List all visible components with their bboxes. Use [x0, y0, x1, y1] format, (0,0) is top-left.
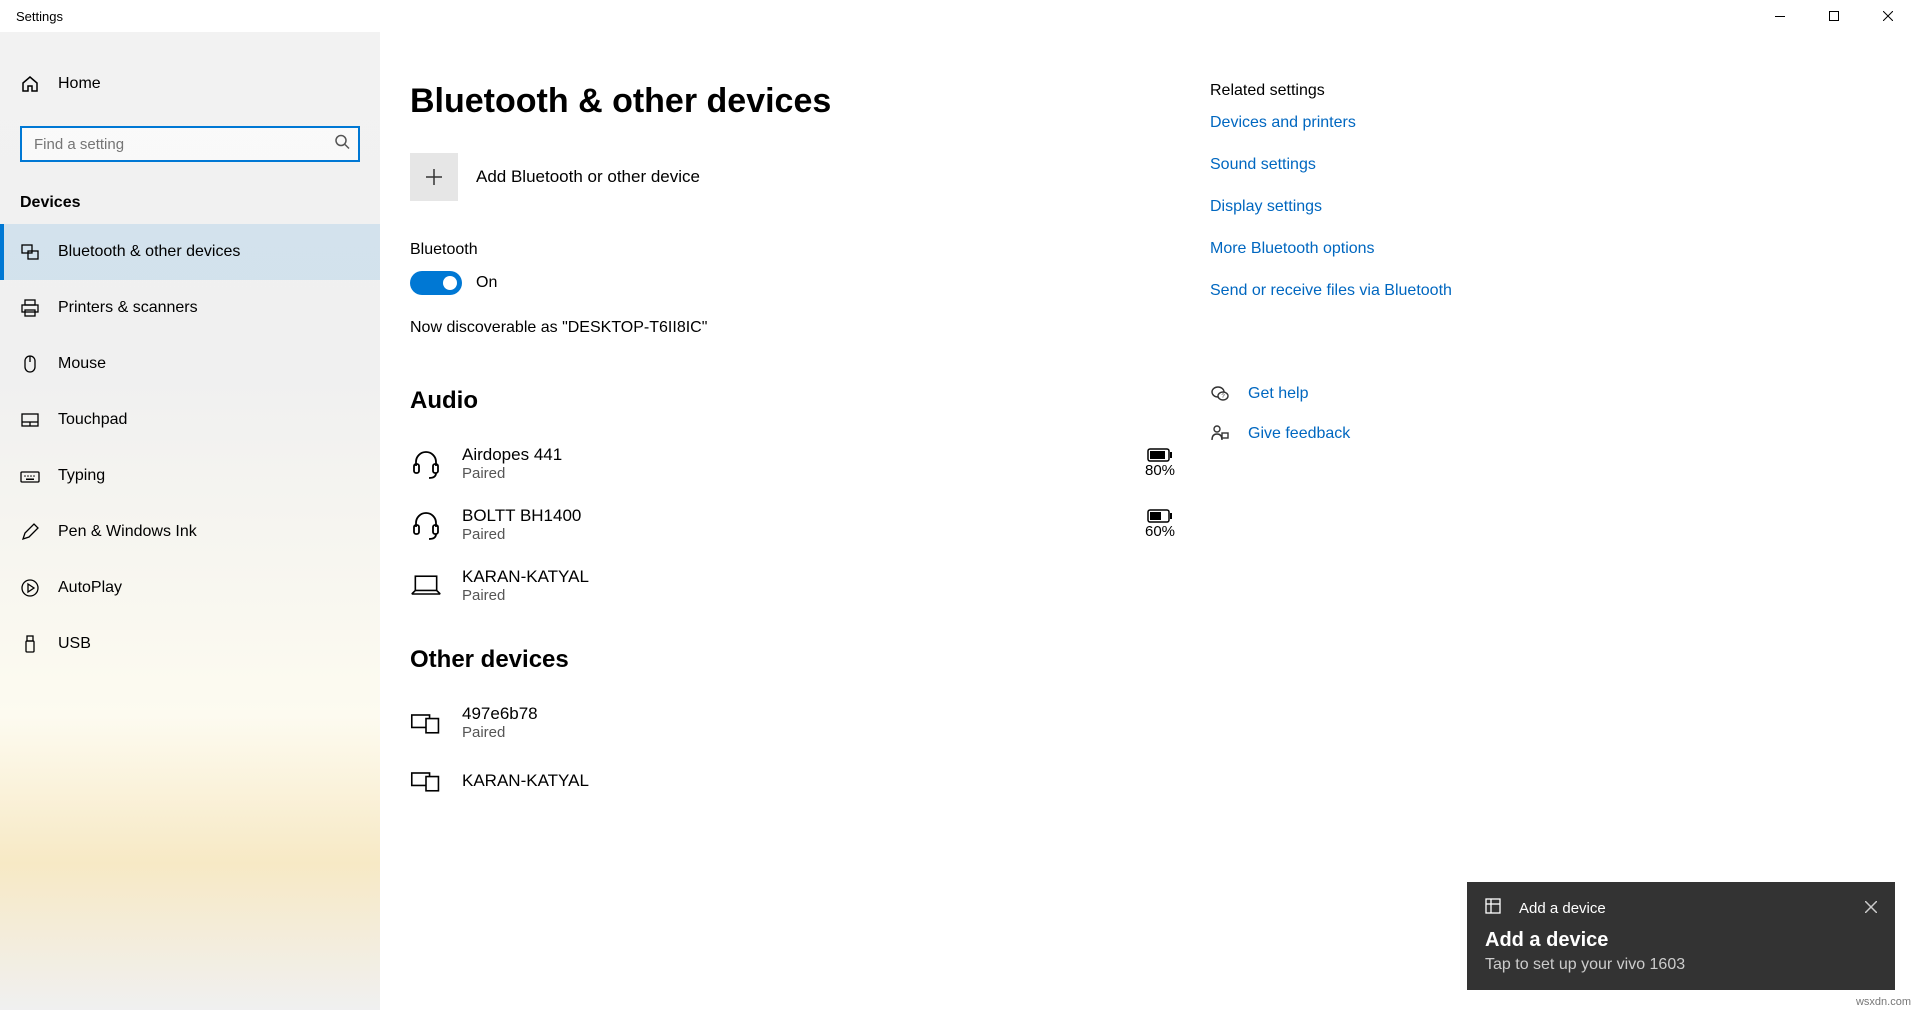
add-device-label: Add Bluetooth or other device — [476, 167, 700, 187]
touchpad-icon — [20, 410, 40, 430]
multidevice-icon — [410, 707, 442, 739]
close-button[interactable] — [1861, 0, 1915, 32]
device-name: BOLTT BH1400 — [462, 506, 1130, 526]
home-icon — [20, 74, 40, 94]
plus-box — [410, 153, 458, 201]
toggle-thumb — [443, 276, 457, 290]
device-status: Paired — [462, 587, 1190, 604]
headset-icon — [410, 509, 442, 541]
toast-label: Add a device — [1519, 900, 1606, 917]
toast-app-icon — [1485, 898, 1501, 919]
window-title: Settings — [16, 9, 63, 24]
bluetooth-toggle[interactable] — [410, 271, 462, 295]
device-name: 497e6b78 — [462, 704, 1190, 724]
minimize-button[interactable] — [1753, 0, 1807, 32]
device-row-boltt[interactable]: BOLTT BH1400 Paired 60% — [410, 494, 1190, 555]
headset-icon — [410, 448, 442, 480]
home-nav[interactable]: Home — [0, 60, 380, 108]
nav-touchpad[interactable]: Touchpad — [0, 392, 380, 448]
notification-toast[interactable]: Add a device Add a device Tap to set up … — [1467, 882, 1895, 990]
device-name: KARAN-KATYAL — [462, 771, 1190, 791]
link-sound-settings[interactable]: Sound settings — [1210, 156, 1885, 174]
nav-pen-ink[interactable]: Pen & Windows Ink — [0, 504, 380, 560]
maximize-icon — [1829, 11, 1839, 21]
battery-icon — [1147, 448, 1173, 462]
battery-percent: 80% — [1145, 462, 1175, 479]
watermark: wsxdn.com — [1856, 996, 1911, 1008]
usb-icon — [20, 634, 40, 654]
device-status: Paired — [462, 465, 1130, 482]
device-status: Paired — [462, 526, 1130, 543]
help-label: Get help — [1248, 385, 1308, 403]
nav-autoplay[interactable]: AutoPlay — [0, 560, 380, 616]
toggle-state-label: On — [476, 274, 497, 292]
devices-section-header: Devices — [0, 180, 380, 224]
give-feedback-link[interactable]: Give feedback — [1210, 424, 1885, 444]
nav-label: Pen & Windows Ink — [58, 523, 197, 541]
device-row-airdopes[interactable]: Airdopes 441 Paired 80% — [410, 433, 1190, 494]
home-label: Home — [58, 75, 101, 93]
pen-icon — [20, 522, 40, 542]
laptop-icon — [410, 570, 442, 602]
discoverable-text: Now discoverable as "DESKTOP-T6II8IC" — [410, 319, 1190, 337]
nav-typing[interactable]: Typing — [0, 448, 380, 504]
nav-label: Bluetooth & other devices — [58, 243, 240, 261]
mouse-icon — [20, 354, 40, 374]
nav-label: Typing — [58, 467, 105, 485]
sidebar: Home Devices Bluetooth & other devices — [0, 32, 380, 1010]
nav-usb[interactable]: USB — [0, 616, 380, 672]
device-row-karan-audio[interactable]: KARAN-KATYAL Paired — [410, 555, 1190, 616]
nav-label: Printers & scanners — [58, 299, 198, 317]
close-icon — [1865, 901, 1877, 913]
battery-percent: 60% — [1145, 523, 1175, 540]
toast-close-button[interactable] — [1865, 900, 1877, 918]
feedback-icon — [1210, 424, 1230, 444]
nav-label: Touchpad — [58, 411, 127, 429]
autoplay-icon — [20, 578, 40, 598]
nav-mouse[interactable]: Mouse — [0, 336, 380, 392]
feedback-label: Give feedback — [1248, 425, 1350, 443]
device-name: KARAN-KATYAL — [462, 567, 1190, 587]
get-help-link[interactable]: ? Get help — [1210, 384, 1885, 404]
nav-label: USB — [58, 635, 91, 653]
toast-subtext: Tap to set up your vivo 1603 — [1485, 956, 1877, 974]
link-send-receive-files[interactable]: Send or receive files via Bluetooth — [1210, 282, 1885, 300]
nav-label: AutoPlay — [58, 579, 122, 597]
device-row-karan-other[interactable]: KARAN-KATYAL — [410, 753, 1190, 809]
link-more-bluetooth[interactable]: More Bluetooth options — [1210, 240, 1885, 258]
bluetooth-label: Bluetooth — [410, 241, 1190, 259]
close-icon — [1883, 11, 1893, 21]
chat-help-icon: ? — [1210, 384, 1230, 404]
titlebar: Settings — [0, 0, 1915, 32]
search-input[interactable] — [20, 126, 360, 162]
toast-heading: Add a device — [1485, 929, 1877, 952]
page-title: Bluetooth & other devices — [410, 82, 1190, 121]
other-devices-group-header: Other devices — [410, 646, 1190, 674]
maximize-button[interactable] — [1807, 0, 1861, 32]
link-devices-printers[interactable]: Devices and printers — [1210, 114, 1885, 132]
nav-printers-scanners[interactable]: Printers & scanners — [0, 280, 380, 336]
nav-bluetooth-devices[interactable]: Bluetooth & other devices — [0, 224, 380, 280]
device-row-497e6b78[interactable]: 497e6b78 Paired — [410, 692, 1190, 753]
nav-label: Mouse — [58, 355, 106, 373]
battery-icon — [1147, 509, 1173, 523]
audio-group-header: Audio — [410, 387, 1190, 415]
search-icon — [334, 134, 350, 155]
link-display-settings[interactable]: Display settings — [1210, 198, 1885, 216]
bluetooth-devices-icon — [20, 242, 40, 262]
add-bluetooth-device-button[interactable]: Add Bluetooth or other device — [410, 153, 1190, 201]
device-status: Paired — [462, 724, 1190, 741]
related-settings-header: Related settings — [1210, 82, 1885, 100]
printer-icon — [20, 298, 40, 318]
minimize-icon — [1775, 16, 1785, 17]
multidevice-icon — [410, 765, 442, 797]
plus-icon — [423, 166, 445, 188]
device-name: Airdopes 441 — [462, 445, 1130, 465]
keyboard-icon — [20, 466, 40, 486]
